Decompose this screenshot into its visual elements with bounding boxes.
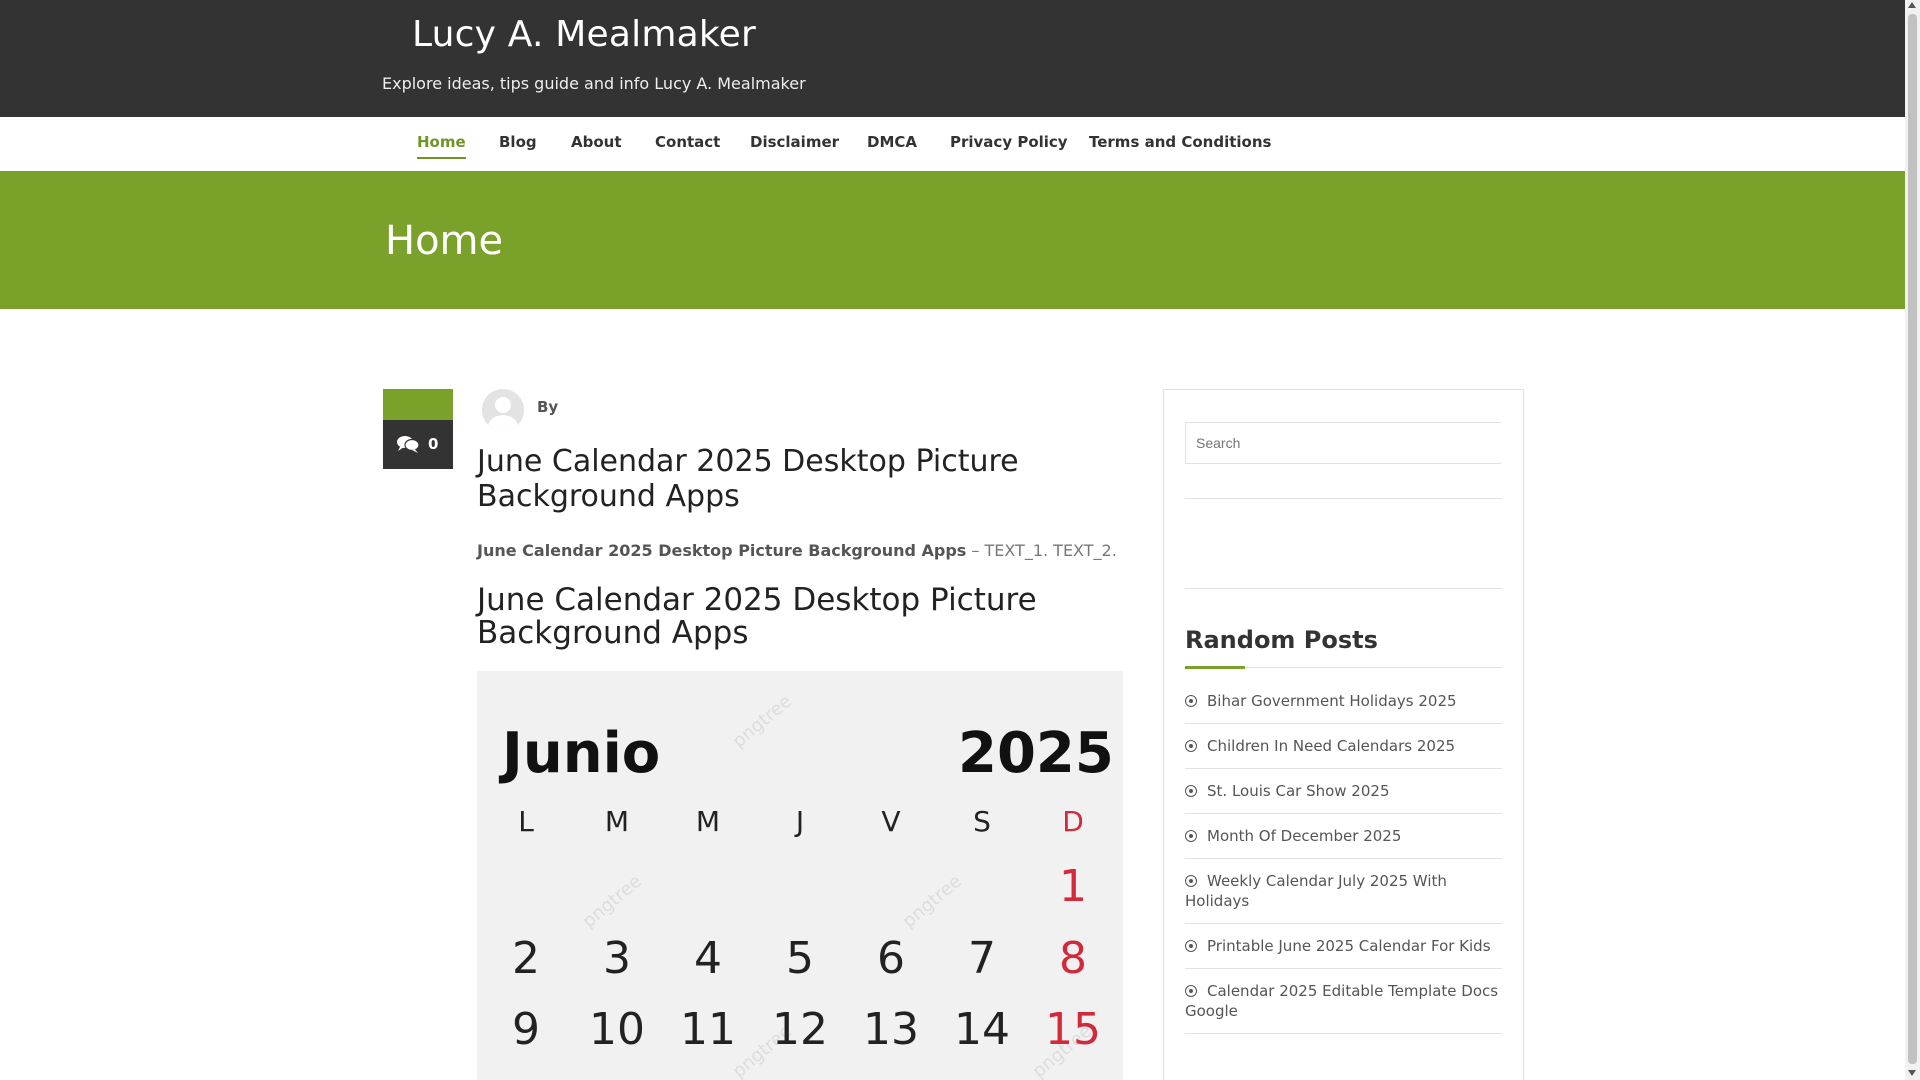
calendar-day: 9 [512, 1004, 540, 1055]
scrollbar-thumb[interactable] [1908, 14, 1917, 1064]
calendar-day: 6 [877, 933, 905, 984]
calendar-day: 8 [1059, 933, 1087, 984]
nav-blog[interactable]: Blog [499, 133, 537, 151]
random-post-link[interactable]: St. Louis Car Show 2025 [1185, 769, 1502, 814]
weekday-label: M [695, 805, 721, 838]
weekday-label: S [973, 805, 991, 838]
excerpt-text: – TEXT_1. TEXT_2. [966, 541, 1117, 560]
random-post-link[interactable]: Month Of December 2025 [1185, 814, 1502, 859]
random-post-title: St. Louis Car Show 2025 [1207, 782, 1390, 800]
site-tagline: Explore ideas, tips guide and info Lucy … [382, 74, 806, 93]
divider [1185, 498, 1502, 499]
random-post-link[interactable]: Bihar Government Holidays 2025 [1185, 679, 1502, 724]
watermark: pngtree [728, 690, 796, 753]
random-post-link[interactable]: Children In Need Calendars 2025 [1185, 724, 1502, 769]
nav-home[interactable]: Home [417, 133, 466, 159]
title-accent-bar [1185, 666, 1245, 669]
weekday-label: L [518, 805, 534, 838]
random-posts-title: Random Posts [1185, 626, 1378, 654]
calendar-day: 11 [680, 1004, 736, 1055]
bullet-icon [1185, 695, 1197, 707]
weekday-label: V [881, 805, 901, 838]
random-post-title: Weekly Calendar July 2025 With Holidays [1185, 872, 1447, 910]
bullet-icon [1185, 740, 1197, 752]
weekday-label: J [795, 805, 805, 838]
nav-disclaimer[interactable]: Disclaimer [750, 133, 839, 151]
divider [1185, 588, 1502, 589]
calendar-day: 1 [1059, 861, 1087, 912]
watermark: pngtree [578, 870, 646, 933]
calendar-day: 10 [589, 1004, 645, 1055]
calendar-month: Junio [502, 721, 661, 786]
bullet-icon [1185, 985, 1197, 997]
search-input[interactable] [1185, 422, 1501, 464]
calendar-day: 12 [772, 1004, 828, 1055]
page-banner: Home [0, 171, 1905, 309]
comment-count-box[interactable]: 0 [383, 420, 453, 469]
calendar-image: pngtree pngtree pngtree pngtree pngtree … [477, 671, 1123, 1080]
calendar-day: 13 [863, 1004, 919, 1055]
random-post-link[interactable]: Printable June 2025 Calendar For Kids [1185, 924, 1502, 969]
page-title: Home [385, 218, 504, 264]
page: Lucy A. Mealmaker Explore ideas, tips gu… [0, 0, 1905, 1080]
scroll-up-arrow-icon[interactable] [1908, 2, 1916, 8]
excerpt-bold: June Calendar 2025 Desktop Picture Backg… [477, 541, 967, 560]
main-navigation: Home Blog About Contact Disclaimer DMCA … [0, 117, 1905, 172]
random-post-link[interactable]: Calendar 2025 Editable Template Docs Goo… [1185, 969, 1502, 1034]
post-author-label: By [537, 398, 559, 416]
post-title[interactable]: June Calendar 2025 Desktop Picture Backg… [477, 444, 1117, 514]
calendar-day: 4 [694, 933, 722, 984]
nav-privacy-policy[interactable]: Privacy Policy [950, 133, 1068, 151]
calendar-year: 2025 [958, 721, 1114, 786]
calendar-day: 3 [603, 933, 631, 984]
calendar-day: 7 [968, 933, 996, 984]
watermark: pngtree [898, 870, 966, 933]
calendar-day: 5 [786, 933, 814, 984]
weekday-label: M [604, 805, 630, 838]
random-post-title: Bihar Government Holidays 2025 [1207, 692, 1457, 710]
random-post-title: Children In Need Calendars 2025 [1207, 737, 1456, 755]
bullet-icon [1185, 875, 1197, 887]
calendar-day: 2 [512, 933, 540, 984]
site-title[interactable]: Lucy A. Mealmaker [412, 14, 756, 55]
weekday-label: D [1062, 805, 1084, 838]
nav-dmca[interactable]: DMCA [867, 133, 917, 151]
nav-about[interactable]: About [571, 133, 622, 151]
calendar-day: 15 [1045, 1004, 1101, 1055]
nav-contact[interactable]: Contact [655, 133, 720, 151]
author-avatar[interactable] [482, 389, 524, 431]
bullet-icon [1185, 940, 1197, 952]
scroll-down-arrow-icon[interactable] [1908, 1070, 1916, 1076]
nav-terms-and-conditions[interactable]: Terms and Conditions [1089, 133, 1271, 151]
comment-count: 0 [428, 435, 439, 453]
site-header: Lucy A. Mealmaker Explore ideas, tips gu… [0, 0, 1905, 117]
random-post-title: Printable June 2025 Calendar For Kids [1207, 937, 1491, 955]
user-icon [482, 389, 524, 431]
random-post-link[interactable]: Weekly Calendar July 2025 With Holidays [1185, 859, 1502, 924]
vertical-scrollbar[interactable] [1905, 0, 1920, 1080]
post-subheading: June Calendar 2025 Desktop Picture Backg… [477, 582, 1037, 651]
bullet-icon [1185, 785, 1197, 797]
calendar-day: 14 [954, 1004, 1010, 1055]
post-excerpt: June Calendar 2025 Desktop Picture Backg… [477, 541, 1117, 560]
comments-icon [397, 436, 420, 453]
sidebar: Random Posts Bihar Government Holidays 2… [1163, 389, 1524, 1080]
random-post-title: Calendar 2025 Editable Template Docs Goo… [1185, 982, 1499, 1020]
bullet-icon [1185, 830, 1197, 842]
random-post-title: Month Of December 2025 [1207, 827, 1402, 845]
post-date-box [383, 389, 453, 420]
random-posts-list: Bihar Government Holidays 2025 Children … [1185, 679, 1502, 1034]
